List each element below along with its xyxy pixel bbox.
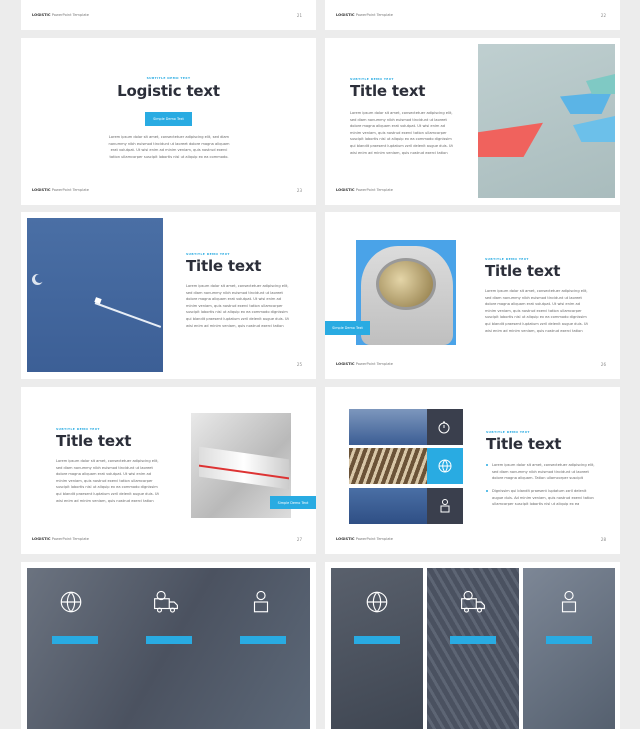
slide-title: Title text [350, 82, 426, 100]
slide-number: 25 [296, 362, 302, 367]
airplane-sky-image [27, 218, 163, 372]
demo-button[interactable] [52, 636, 98, 644]
demo-button[interactable] [354, 636, 400, 644]
slide-footer: LOGISTIC PowerPoint Template [336, 362, 394, 366]
sea-ship-image [349, 409, 427, 445]
slide-title: Title text [486, 435, 562, 453]
slide-subtitle: SUBTITLE DEMO TEXT [350, 77, 394, 81]
globe-icon [427, 448, 463, 484]
slide-footer: LOGISTIC PowerPoint Template [32, 537, 90, 541]
slide-27[interactable]: SUBTITLE DEMO TEXT Title text Lorem ipsu… [21, 387, 316, 554]
slide-number: 21 [296, 13, 302, 18]
slide-22[interactable]: LOGISTIC PowerPoint Template 22 [325, 0, 620, 30]
slide-title: Title text [485, 262, 561, 280]
slide-30[interactable] [325, 562, 620, 729]
slide-26[interactable]: Simple Demo Text SUBTITLE DEMO TEXT Titl… [325, 212, 620, 379]
airplane-image [349, 488, 427, 524]
slide-number: 23 [296, 188, 302, 193]
demo-button[interactable]: Simple Demo Text [145, 112, 192, 126]
slide-21[interactable]: LOGISTIC PowerPoint Template 21 [21, 0, 316, 30]
slide-footer: LOGISTIC PowerPoint Template [32, 188, 90, 192]
bullet-item: Dignissim qui blandit praesent luptatum … [486, 488, 596, 508]
slide-number: 28 [600, 537, 606, 542]
slide-body: Lorem ipsum dolor sit amet, consectetuer… [350, 111, 453, 155]
paper-boats-image [478, 44, 615, 198]
slide-subtitle: SUBTITLE DEMO TEXT [56, 427, 100, 431]
slide-28[interactable]: SUBTITLE DEMO TEXT Title text Lorem ipsu… [325, 387, 620, 554]
slide-footer: LOGISTIC PowerPoint Template [32, 13, 90, 17]
slide-body: Lorem ipsum dolor sit amet, consectetuer… [56, 459, 159, 503]
courier-icon [427, 488, 463, 524]
delivery-truck-icon [151, 587, 181, 617]
slide-subtitle: SUBTITLE DEMO TEXT [485, 257, 529, 261]
slide-footer: LOGISTIC PowerPoint Template [336, 188, 394, 192]
slide-number: 27 [296, 537, 302, 542]
demo-button[interactable] [146, 636, 192, 644]
slide-title: Title text [56, 432, 132, 450]
demo-button[interactable] [450, 636, 496, 644]
slide-24[interactable]: SUBTITLE DEMO TEXT Title text Lorem ipsu… [325, 38, 620, 205]
demo-button[interactable] [546, 636, 592, 644]
slide-23[interactable]: SUBTITLE DEMO TEXT Logistic text Simple … [21, 38, 316, 205]
slide-25[interactable]: SUBTITLE DEMO TEXT Title text Lorem ipsu… [21, 212, 316, 379]
slide-subtitle: SUBTITLE DEMO TEXT [186, 252, 230, 256]
slide-number: 22 [600, 13, 606, 18]
slide-subtitle: SUBTITLE DEMO TEXT [486, 430, 530, 434]
slide-subtitle: SUBTITLE DEMO TEXT [146, 76, 191, 80]
demo-button[interactable]: Simple Demo Text [325, 321, 370, 335]
demo-button[interactable]: Simple Demo Text [270, 496, 316, 509]
courier-icon [554, 587, 584, 617]
slide-body: Lorem ipsum dolor sit amet, consectetuer… [108, 135, 230, 159]
courier-icon [246, 587, 276, 617]
globe-search-icon [56, 587, 86, 617]
slide-body: Lorem ipsum dolor sit amet, consectetuer… [186, 284, 289, 328]
slide-body: Lorem ipsum dolor sit amet, consectetuer… [485, 289, 588, 333]
bullet-item: Lorem ipsum dolor sit amet, consectetuer… [486, 462, 596, 482]
slide-29[interactable] [21, 562, 316, 729]
slide-footer: LOGISTIC PowerPoint Template [336, 13, 394, 17]
slide-number: 26 [600, 362, 606, 367]
slide-title: Logistic text [117, 82, 220, 100]
astronaut-image [356, 240, 456, 345]
stopwatch-icon [427, 409, 463, 445]
demo-button[interactable] [240, 636, 286, 644]
globe-search-icon [362, 587, 392, 617]
slide-footer: LOGISTIC PowerPoint Template [336, 537, 394, 541]
delivery-truck-icon [458, 587, 488, 617]
railway-image [349, 448, 427, 484]
slide-title: Title text [186, 257, 262, 275]
